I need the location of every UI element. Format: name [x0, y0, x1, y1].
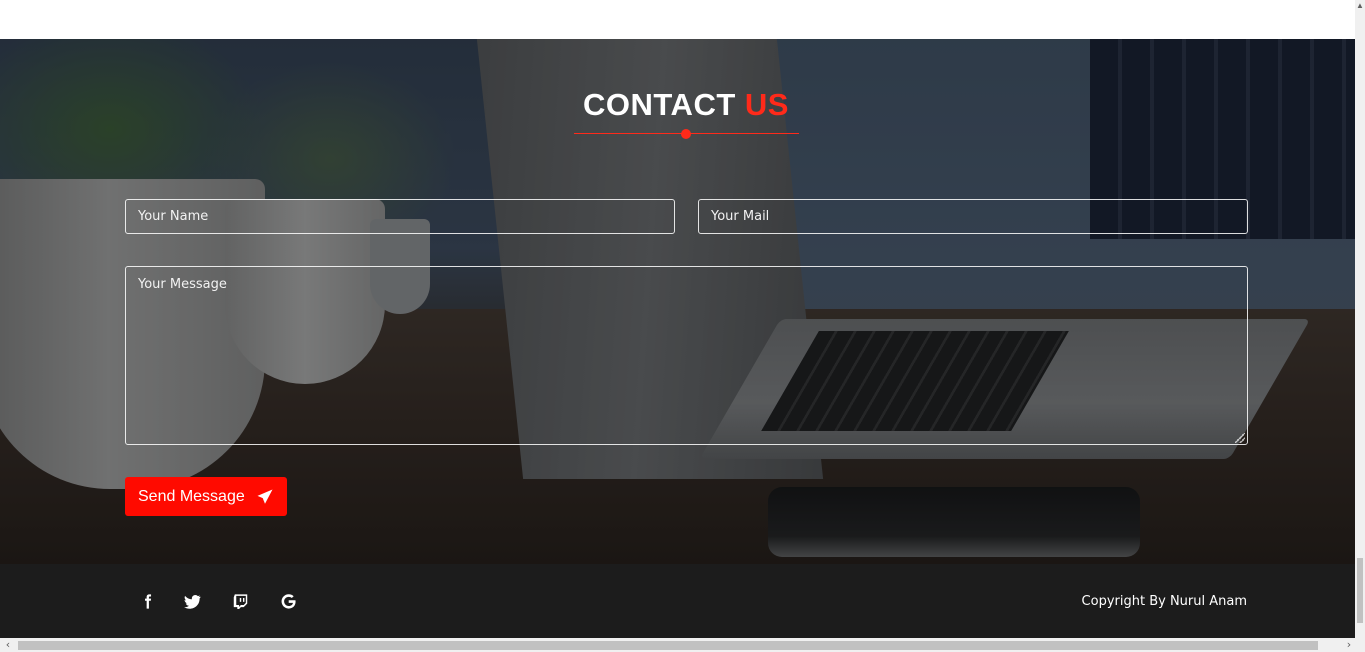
vertical-scrollbar[interactable]: ▲: [1355, 0, 1365, 638]
page-top-blank: [0, 0, 1355, 39]
facebook-icon[interactable]: [137, 591, 157, 611]
scroll-up-arrow-icon[interactable]: ▲: [1356, 2, 1364, 10]
paper-plane-icon: [257, 489, 273, 504]
horizontal-scrollbar-thumb[interactable]: [18, 641, 1318, 650]
site-footer: Copyright By Nurul Anam: [0, 564, 1355, 638]
contact-section: CONTACT US Send Message: [0, 39, 1355, 564]
send-message-label: Send Message: [138, 487, 245, 505]
name-input[interactable]: [125, 199, 675, 234]
message-textarea[interactable]: [125, 266, 1248, 445]
twitter-icon[interactable]: [182, 591, 202, 611]
twitch-icon[interactable]: [230, 591, 250, 611]
title-underline-dot: [681, 129, 691, 139]
copyright-text: Copyright By Nurul Anam: [1081, 594, 1247, 609]
horizontal-scrollbar[interactable]: ‹ ›: [0, 638, 1365, 652]
section-title-accent: US: [744, 87, 789, 122]
textarea-resize-handle[interactable]: [1235, 433, 1245, 443]
mail-input[interactable]: [698, 199, 1248, 234]
google-icon[interactable]: [278, 591, 298, 611]
section-title: CONTACT US: [0, 87, 1355, 123]
section-title-main: CONTACT: [583, 87, 736, 122]
send-message-button[interactable]: Send Message: [125, 477, 287, 516]
scroll-right-arrow-icon[interactable]: ›: [1343, 639, 1355, 651]
scroll-left-arrow-icon[interactable]: ‹: [2, 639, 14, 651]
vertical-scrollbar-thumb[interactable]: [1357, 558, 1363, 623]
